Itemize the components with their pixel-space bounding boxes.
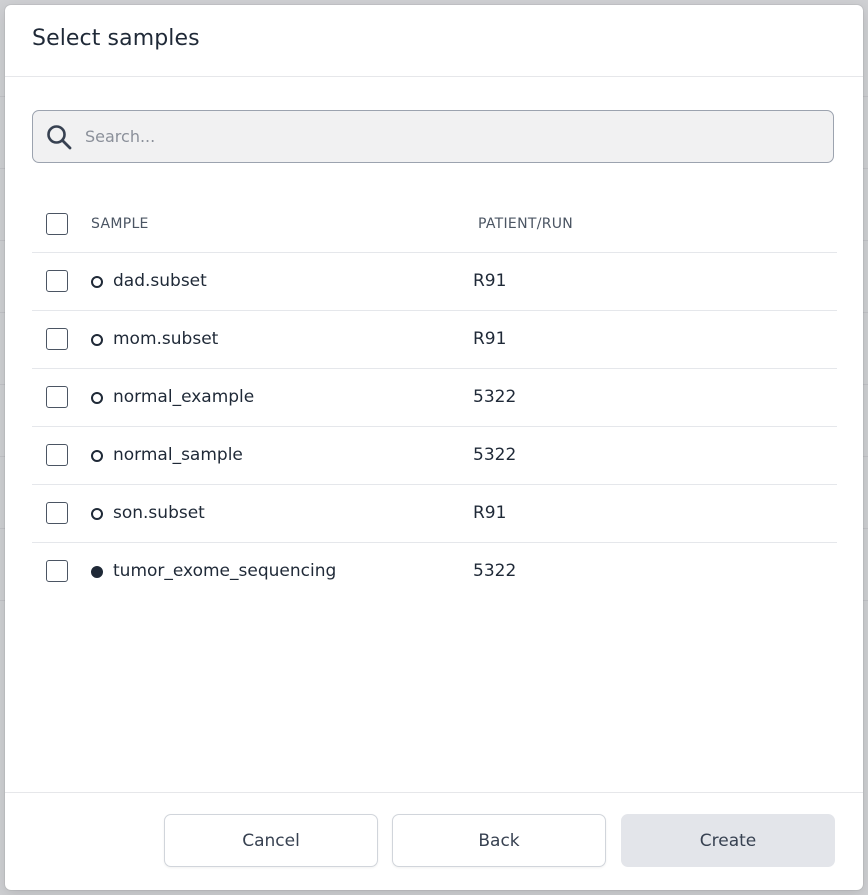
search-box[interactable] bbox=[32, 110, 834, 163]
row-checkbox[interactable] bbox=[46, 270, 68, 292]
sample-name[interactable]: tumor_exome_sequencing bbox=[113, 561, 336, 581]
sample-name[interactable]: son.subset bbox=[113, 503, 205, 523]
table-row[interactable]: mom.subset R91 bbox=[32, 311, 837, 369]
table-header: SAMPLE PATIENT/RUN bbox=[32, 195, 837, 253]
patient-run: 5322 bbox=[473, 445, 517, 465]
patient-run: 5322 bbox=[473, 387, 517, 407]
table-row[interactable]: normal_example 5322 bbox=[32, 369, 837, 427]
status-dot-icon bbox=[91, 276, 103, 288]
search-icon bbox=[47, 125, 72, 150]
row-checkbox[interactable] bbox=[46, 386, 68, 408]
table-row[interactable]: dad.subset R91 bbox=[32, 253, 837, 311]
patient-run: R91 bbox=[473, 271, 507, 291]
table-row[interactable]: son.subset R91 bbox=[32, 485, 837, 543]
status-dot-icon bbox=[91, 450, 103, 462]
table-row[interactable]: tumor_exome_sequencing 5322 bbox=[32, 543, 837, 600]
patient-run: 5322 bbox=[473, 561, 517, 581]
row-checkbox[interactable] bbox=[46, 560, 68, 582]
sample-name[interactable]: normal_sample bbox=[113, 445, 243, 465]
cancel-button[interactable]: Cancel bbox=[164, 814, 378, 867]
row-checkbox[interactable] bbox=[46, 328, 68, 350]
dialog-header: Select samples bbox=[5, 5, 863, 77]
table-row[interactable]: normal_sample 5322 bbox=[32, 427, 837, 485]
patient-run: R91 bbox=[473, 503, 507, 523]
status-dot-icon bbox=[91, 392, 103, 404]
sample-name[interactable]: mom.subset bbox=[113, 329, 218, 349]
create-button[interactable]: Create bbox=[621, 814, 835, 867]
select-samples-dialog: Select samples SAMPLE PATIENT/RUN dad.su… bbox=[5, 5, 863, 890]
back-button[interactable]: Back bbox=[392, 814, 606, 867]
column-header-patient-run[interactable]: PATIENT/RUN bbox=[478, 216, 573, 232]
status-dot-icon bbox=[91, 334, 103, 346]
patient-run: R91 bbox=[473, 329, 507, 349]
search-input[interactable] bbox=[85, 111, 825, 162]
sample-name[interactable]: normal_example bbox=[113, 387, 254, 407]
row-checkbox[interactable] bbox=[46, 444, 68, 466]
column-header-sample[interactable]: SAMPLE bbox=[91, 216, 149, 232]
status-dot-icon bbox=[91, 566, 103, 578]
sample-name[interactable]: dad.subset bbox=[113, 271, 207, 291]
status-dot-icon bbox=[91, 508, 103, 520]
samples-table: SAMPLE PATIENT/RUN dad.subset R91 mom.su… bbox=[32, 195, 837, 600]
dialog-footer: Cancel Back Create bbox=[5, 792, 863, 890]
row-checkbox[interactable] bbox=[46, 502, 68, 524]
dialog-title: Select samples bbox=[32, 26, 200, 51]
select-all-checkbox[interactable] bbox=[46, 213, 68, 235]
